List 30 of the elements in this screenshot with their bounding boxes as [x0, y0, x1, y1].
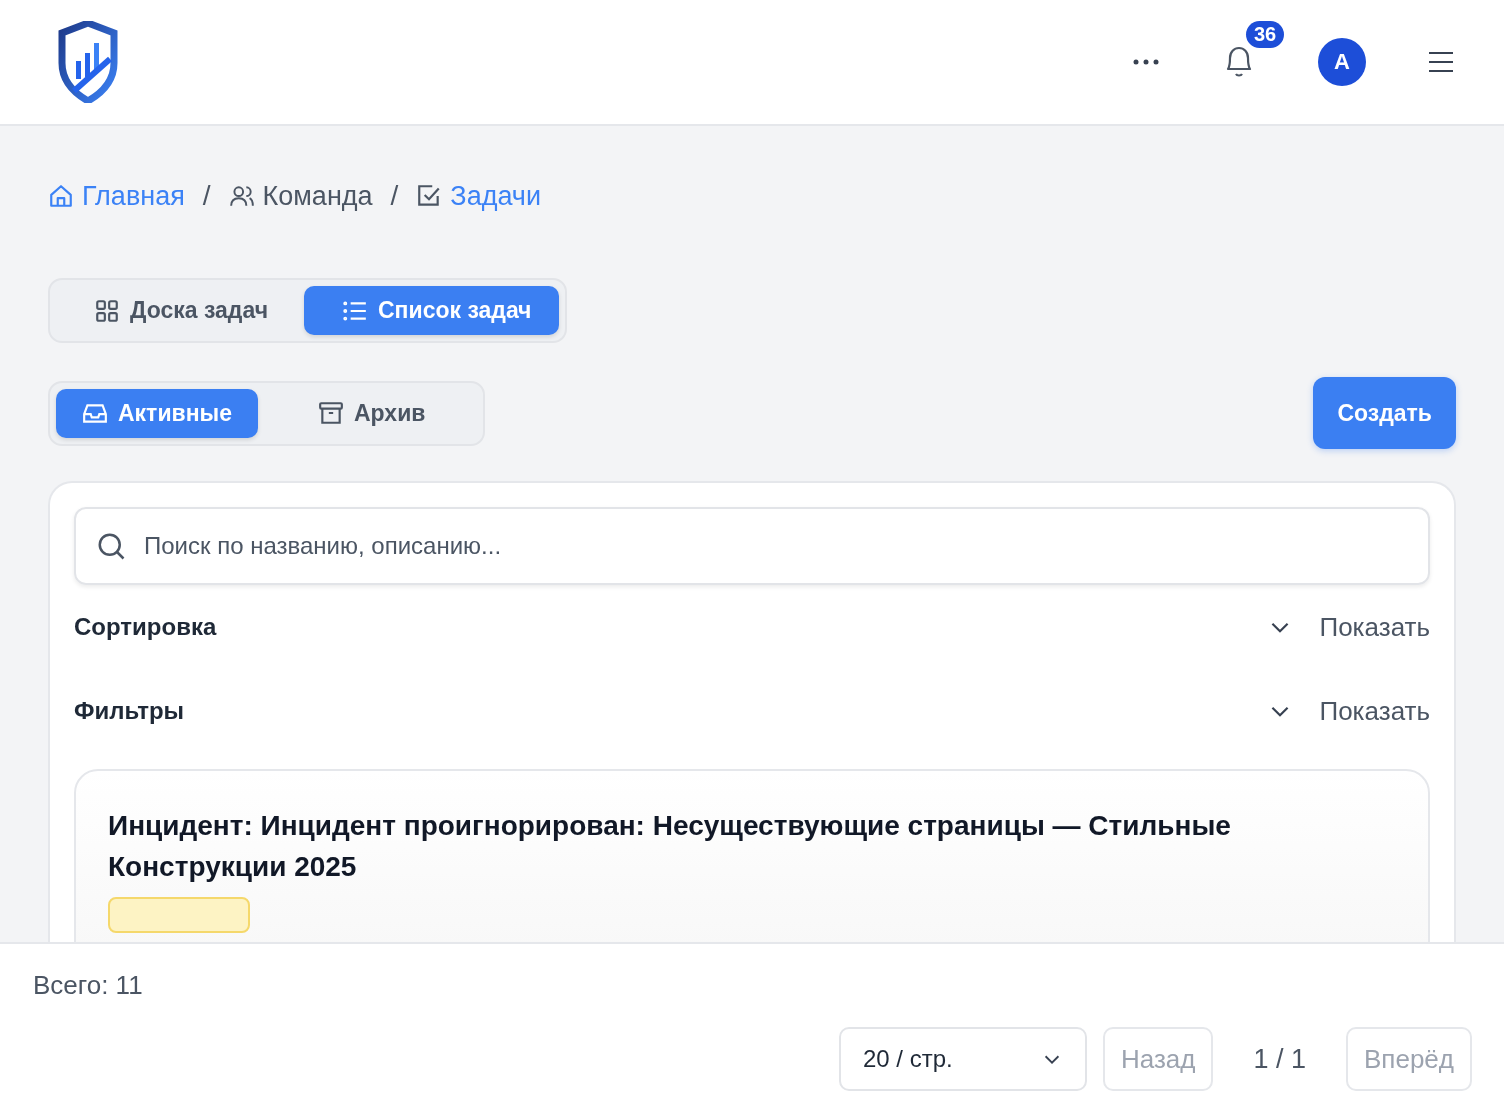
page-indicator: 1 / 1: [1252, 1043, 1307, 1075]
breadcrumb-separator: /: [202, 180, 211, 212]
section-title: Сортировка: [74, 613, 217, 641]
home-icon: [48, 183, 74, 209]
grid-icon: [94, 297, 120, 324]
section-title: Фильтры: [74, 697, 185, 725]
search-icon: [96, 531, 126, 561]
breadcrumb-link[interactable]: Главная: [48, 180, 185, 212]
menu-icon[interactable]: [1428, 51, 1454, 73]
task-title: Инцидент: Инцидент проигнорирован: Несуществующие страницы — Стильные Конструкции 2025: [108, 809, 1232, 884]
page-size-select[interactable]: 20 / стр.: [838, 1027, 1087, 1091]
view-tab[interactable]: Список задач: [304, 286, 560, 335]
breadcrumb-link[interactable]: Команда: [228, 180, 373, 212]
status-tab[interactable]: Архив: [266, 388, 478, 438]
more-icon[interactable]: [1132, 58, 1160, 66]
status-tab[interactable]: Активные: [56, 388, 258, 438]
total-count: Всего: 11: [33, 970, 144, 1001]
shield-logo-icon[interactable]: [58, 21, 118, 103]
create-button[interactable]: Создать: [1313, 377, 1456, 449]
task-card[interactable]: Инцидент: Инцидент проигнорирован: Несуществующие страницы — Стильные Конструкции 2025: [74, 769, 1430, 942]
avatar[interactable]: A: [1318, 38, 1366, 86]
users-icon: [228, 183, 255, 209]
show-toggle[interactable]: Показать: [1267, 695, 1430, 727]
notification-badge: 36: [1246, 21, 1285, 48]
archive-box-icon: [318, 400, 344, 426]
view-tab[interactable]: Доска задач: [56, 286, 296, 335]
breadcrumb-separator: /: [390, 180, 399, 212]
breadcrumb-link[interactable]: Задачи: [416, 180, 541, 212]
show-toggle[interactable]: Показать: [1267, 611, 1430, 643]
search-field[interactable]: Поиск по названию, описанию...: [74, 507, 1430, 585]
